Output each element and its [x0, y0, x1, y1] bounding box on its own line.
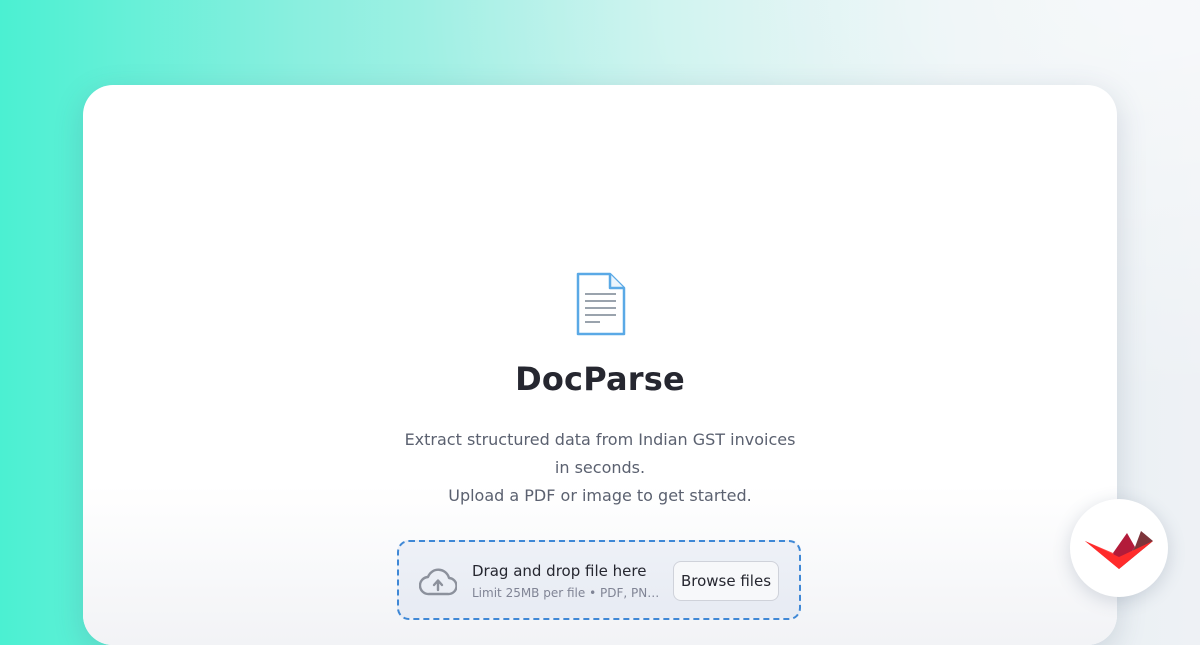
streamlit-badge[interactable] — [1070, 499, 1168, 597]
app-window: DocParse Extract structured data from In… — [83, 85, 1117, 645]
page-title: DocParse — [515, 360, 685, 398]
file-dropzone[interactable]: Drag and drop file here Limit 25MB per f… — [397, 540, 801, 620]
dropzone-text: Drag and drop file here Limit 25MB per f… — [472, 562, 668, 600]
dropzone-limit: Limit 25MB per file • PDF, PNG… — [472, 586, 668, 600]
streamlit-logo-icon — [1085, 531, 1153, 569]
subtitle-line-1: Extract structured data from Indian GST … — [404, 430, 796, 477]
browse-files-button[interactable]: Browse files — [673, 561, 779, 601]
document-icon — [576, 272, 626, 336]
subtitle-line-2: Upload a PDF or image to get started. — [448, 486, 752, 505]
cloud-upload-icon — [419, 568, 457, 596]
dropzone-instruction: Drag and drop file here — [472, 562, 647, 580]
page-subtitle: Extract structured data from Indian GST … — [400, 426, 800, 510]
